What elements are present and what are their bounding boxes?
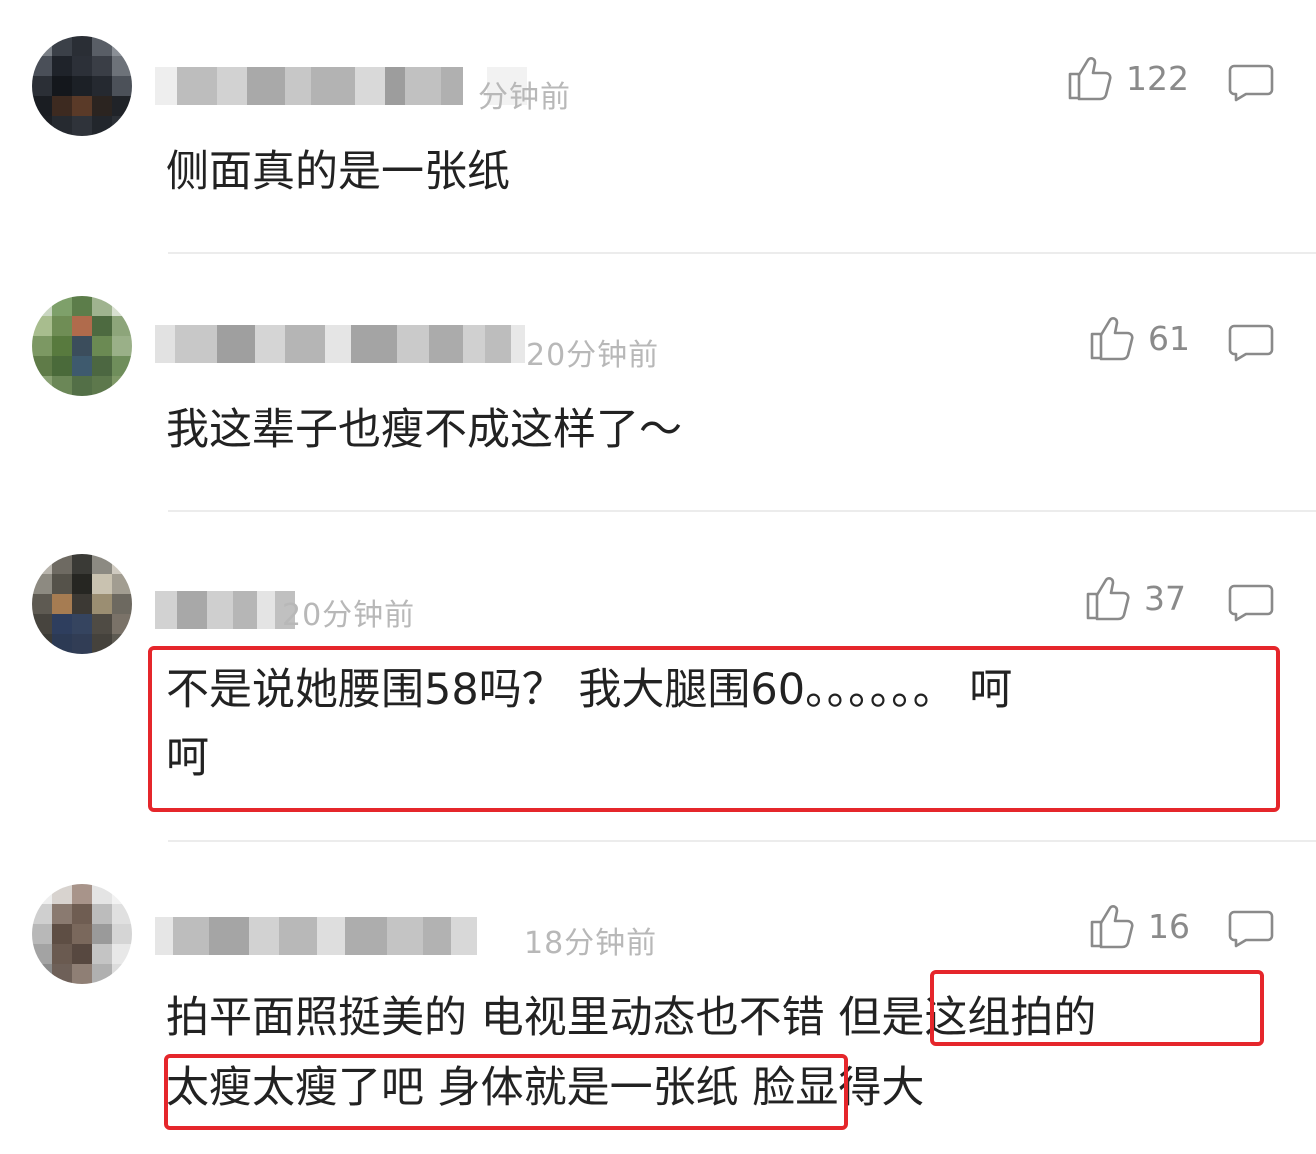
comment-bubble-icon[interactable] xyxy=(1228,908,1274,948)
highlight-box-2 xyxy=(164,1054,848,1130)
username-blurred[interactable] xyxy=(155,914,477,958)
thumbs-up-icon xyxy=(1090,905,1134,949)
highlight-box-1 xyxy=(930,970,1264,1046)
comment-item-4: 18分钟前 16 拍平面照挺美的 电视里动态也不错 但是这组拍的 太瘦太瘦了吧 … xyxy=(0,0,1316,1154)
like-count: 16 xyxy=(1148,906,1190,946)
avatar[interactable] xyxy=(32,884,132,984)
like-button[interactable]: 16 xyxy=(1088,902,1190,950)
comment-timestamp: 18分钟前 xyxy=(524,926,658,961)
